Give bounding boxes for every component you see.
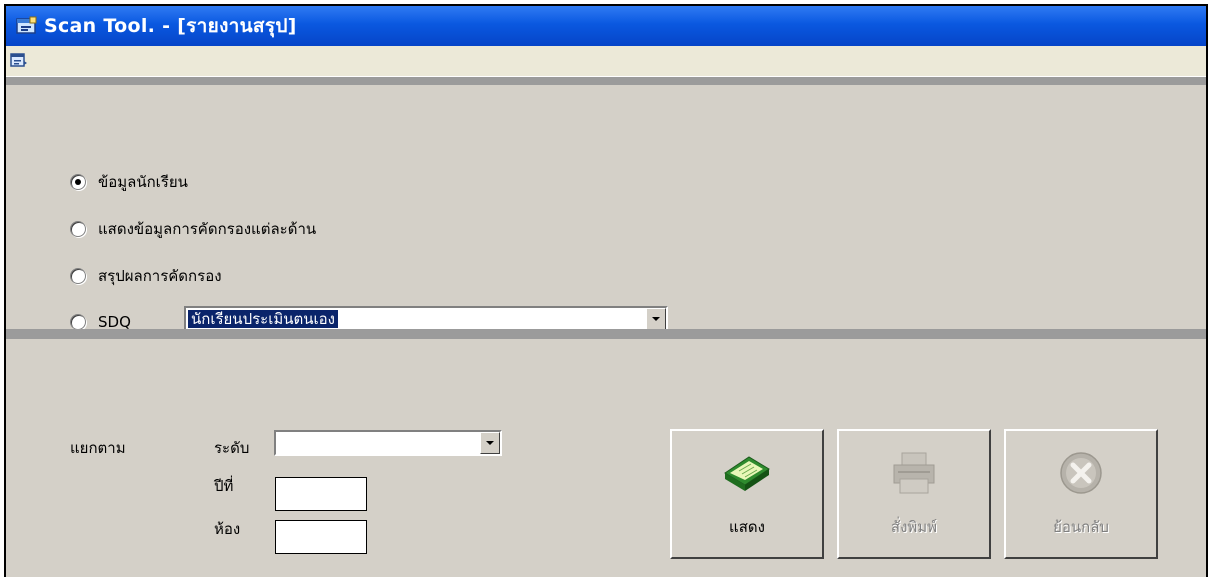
sdq-assessor-value: นักเรียนประเมินตนเอง: [188, 310, 338, 328]
radio-student-info[interactable]: [70, 174, 86, 190]
separator-middle: [6, 329, 1206, 339]
separator-top: [6, 77, 1206, 85]
app-window-icon[interactable]: [16, 16, 38, 36]
year-label: ปีที่: [214, 477, 234, 495]
radio-screening-summary[interactable]: [70, 268, 86, 284]
option-student-info-label: ข้อมูลนักเรียน: [98, 173, 188, 191]
print-button[interactable]: สั่งพิมพ์: [837, 429, 991, 559]
level-value: [278, 434, 284, 452]
room-input[interactable]: [275, 520, 367, 554]
radio-screening-by-aspect[interactable]: [70, 221, 86, 237]
radio-sdq[interactable]: [70, 314, 86, 330]
level-label: ระดับ: [214, 439, 250, 457]
year-input[interactable]: [275, 477, 367, 511]
option-student-info[interactable]: ข้อมูลนักเรียน: [70, 171, 188, 193]
cancel-icon: [1055, 449, 1107, 501]
level-select[interactable]: [274, 430, 502, 456]
printer-icon: [888, 449, 940, 501]
title-bar[interactable]: Scan Tool. - [รายงานสรุป]: [6, 6, 1206, 46]
back-button[interactable]: ย้อนกลับ: [1004, 429, 1158, 559]
show-button-label: แสดง: [729, 518, 765, 536]
option-screening-by-aspect[interactable]: แสดงข้อมูลการคัดกรองแต่ละด้าน: [70, 218, 316, 240]
option-screening-summary-label: สรุปผลการคัดกรอง: [98, 267, 222, 285]
group-by-label: แยกตาม: [70, 439, 126, 457]
print-button-label: สั่งพิมพ์: [890, 518, 938, 536]
app-window: Scan Tool. - [รายงานสรุป] ข้อมูลนักเรียน…: [4, 4, 1208, 577]
chevron-down-icon[interactable]: [646, 308, 666, 330]
show-button[interactable]: แสดง: [670, 429, 824, 559]
book-icon: [721, 449, 773, 501]
window-title: Scan Tool. - [รายงานสรุป]: [44, 15, 297, 37]
back-button-label: ย้อนกลับ: [1053, 518, 1109, 536]
option-screening-by-aspect-label: แสดงข้อมูลการคัดกรองแต่ละด้าน: [98, 220, 317, 238]
menu-bar: [6, 46, 1206, 77]
document-icon[interactable]: [10, 52, 28, 68]
chevron-down-icon[interactable]: [480, 432, 500, 454]
room-label: ห้อง: [214, 520, 241, 538]
option-screening-summary[interactable]: สรุปผลการคัดกรอง: [70, 265, 222, 287]
report-type-panel: [18, 98, 1198, 328]
